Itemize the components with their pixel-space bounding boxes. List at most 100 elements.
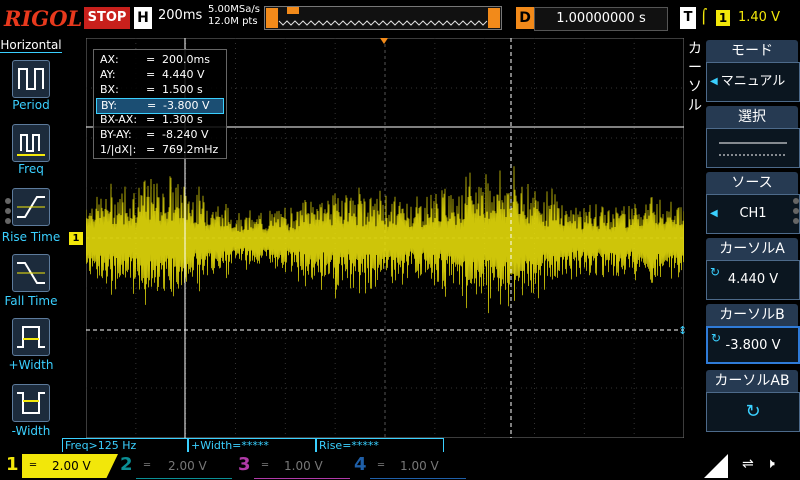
cursor-ab-menu-header[interactable]: カーソルAB — [706, 370, 798, 392]
ch3-scale-box[interactable]: ═ 1.00 V — [254, 454, 350, 479]
memory-overview-strip — [264, 6, 502, 30]
rotate-knob-icon: ↻ — [745, 401, 761, 422]
rising-edge-icon: ⌠ — [700, 9, 708, 25]
arrow-left-icon: ◀ — [710, 76, 718, 87]
sidebar-divider — [0, 52, 62, 53]
source-menu-value[interactable]: ◀ CH1 — [706, 194, 800, 234]
sample-rate-info: 5.00MSa/s 12.0M pts — [208, 4, 260, 28]
select-menu-header[interactable]: 選択 — [706, 106, 798, 128]
rise-time-icon — [17, 196, 45, 218]
ch2-number[interactable]: 2 — [120, 454, 133, 475]
trigger-level[interactable]: 1.40 V — [738, 10, 780, 25]
rotate-knob-icon: ↻ — [710, 265, 721, 279]
mode-menu-value[interactable]: ◀ マニュアル — [706, 62, 800, 102]
overview-zigzag — [278, 20, 488, 26]
ch3-number[interactable]: 3 — [238, 454, 251, 475]
cursor-a-menu-value[interactable]: ↻ 4.440 V — [706, 260, 800, 300]
rise-measure-result[interactable]: Rise=***** — [316, 438, 444, 453]
period-measure-button[interactable] — [12, 60, 50, 98]
fall-time-measure-button[interactable] — [12, 254, 50, 292]
width-measure-result[interactable]: +Width=***** — [188, 438, 316, 453]
readout-key: BY-AY: — [100, 128, 132, 141]
ch2-scale: 2.00 V — [168, 459, 207, 473]
rise-time-label: Rise Time — [1, 230, 61, 244]
rigol-logo: RIGOL — [4, 6, 83, 31]
readout-row: BY-AY: = -8.240 V — [96, 128, 222, 142]
readout-row: AX: = 200.0ms — [96, 53, 222, 67]
cursor-a-value-text: 4.440 V — [727, 272, 779, 287]
neg-width-measure-button[interactable] — [12, 384, 50, 422]
memory-depth: 12.0M pts — [208, 16, 258, 27]
title-char: ル — [688, 98, 702, 114]
memory-overview-wave — [266, 7, 500, 28]
cursor-b-menu-value[interactable]: ↻ -3.800 V — [706, 326, 800, 364]
delay-label: D — [516, 7, 534, 29]
menu-corner-icon[interactable] — [704, 454, 728, 478]
readout-eq: = — [146, 68, 156, 81]
readout-value: 200.0ms — [162, 53, 210, 66]
ch1-offset-marker[interactable]: 1 — [69, 232, 83, 245]
readout-eq: = — [146, 113, 156, 126]
neg-width-label: -Width — [11, 424, 51, 438]
ch1-number[interactable]: 1 — [6, 454, 19, 475]
pos-width-label: +Width — [8, 358, 54, 372]
readout-row: 1/|dX|: = 769.2mHz — [96, 143, 222, 157]
ch2-scale-box[interactable]: ═ 2.00 V — [136, 454, 232, 479]
overview-left-marker — [266, 8, 278, 28]
readout-eq: = — [146, 53, 156, 66]
title-char: カ — [688, 41, 702, 57]
readout-key: BX: — [100, 83, 119, 96]
readout-eq: = — [147, 99, 157, 112]
ch3-coupling-icon: ═ — [262, 460, 269, 471]
readout-row: BX-AX: = 1.300 s — [96, 113, 222, 127]
speaker-mute-icon[interactable]: 🕨 — [766, 456, 775, 472]
readout-eq: = — [146, 128, 156, 141]
select-lines-icon — [719, 142, 787, 156]
usb-icon: ⇌ — [742, 456, 754, 472]
ch2-coupling-icon: ═ — [144, 460, 151, 471]
run-stop-status[interactable]: STOP — [84, 7, 130, 29]
mode-menu-header[interactable]: モード — [706, 40, 798, 62]
ch4-scale: 1.00 V — [400, 459, 439, 473]
ch1-coupling-icon: ═ — [30, 460, 37, 471]
mode-value-text: マニュアル — [720, 74, 786, 89]
ch1-scale: 2.00 V — [52, 459, 91, 473]
select-menu-value[interactable] — [706, 128, 800, 168]
readout-row: BX: = 1.500 s — [96, 83, 222, 97]
cursor-ab-menu-value[interactable]: ↻ — [706, 392, 800, 432]
period-label: Period — [12, 98, 50, 112]
fall-time-icon — [17, 262, 45, 284]
sample-rate: 5.00MSa/s — [208, 4, 260, 15]
cursor-b-value-text: -3.800 V — [725, 338, 781, 353]
ch1-scale-box[interactable]: ═ 2.00 V — [22, 454, 118, 478]
timebase-label: H — [134, 7, 152, 29]
ch4-number[interactable]: 4 — [354, 454, 367, 475]
rotate-knob-icon: ↻ — [711, 331, 722, 345]
readout-row: AY: = 4.440 V — [96, 68, 222, 82]
source-menu-header[interactable]: ソース — [706, 172, 798, 194]
freq-measure-button[interactable] — [12, 124, 50, 162]
rise-time-measure-button[interactable] — [12, 188, 50, 226]
title-char: ソ — [688, 79, 702, 95]
freq-measure-result[interactable]: Freq>125 Hz — [62, 438, 188, 453]
readout-key: BX-AX: — [100, 113, 138, 126]
readout-value: -8.240 V — [162, 128, 209, 141]
readout-value: 769.2mHz — [162, 143, 219, 156]
ch4-scale-box[interactable]: ═ 1.00 V — [370, 454, 466, 479]
readout-eq: = — [146, 83, 156, 96]
overview-right-marker — [488, 8, 500, 28]
title-char: ー — [688, 60, 702, 76]
source-value-text: CH1 — [739, 206, 767, 221]
trigger-label: T — [680, 7, 696, 29]
horizontal-title: Horizontal — [0, 38, 62, 52]
pos-width-measure-button[interactable] — [12, 318, 50, 356]
arrow-left-icon: ◀ — [710, 208, 718, 219]
cursor-readout-box: AX: = 200.0ms AY: = 4.440 V BX: = 1.500 s BY: = -3.… — [93, 49, 227, 159]
pos-width-icon — [17, 326, 45, 348]
timebase-value[interactable]: 200ms — [158, 8, 202, 23]
freq-label: Freq — [18, 162, 44, 176]
delay-value[interactable]: 1.00000000 s — [534, 7, 668, 31]
readout-key: AY: — [100, 68, 116, 81]
period-icon — [18, 68, 44, 90]
overview-trigger-marker — [287, 7, 299, 14]
